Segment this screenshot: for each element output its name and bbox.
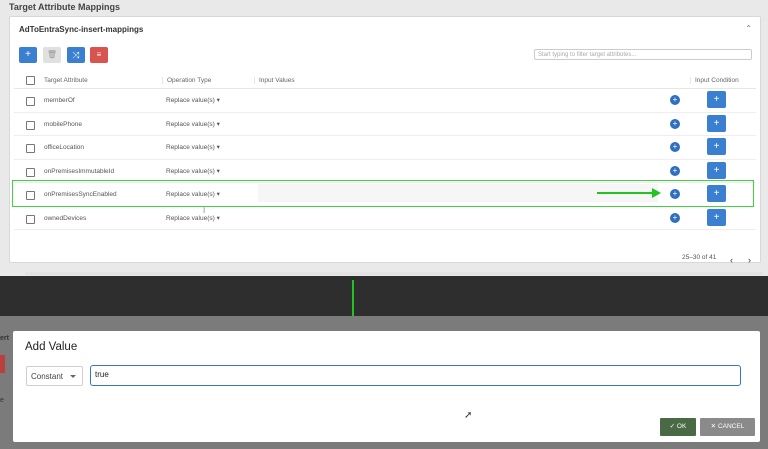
mappings-panel: Target Attribute Mappings AdToEntraSync-… bbox=[0, 0, 768, 276]
add-value-icon[interactable]: + bbox=[670, 118, 680, 129]
row-checkbox[interactable] bbox=[26, 214, 35, 224]
table-header: Target Attribute Operation Type Input Va… bbox=[14, 72, 756, 89]
background-text: e bbox=[0, 397, 4, 404]
section-title: Target Attribute Mappings bbox=[9, 2, 120, 12]
table-row: officeLocation Replace value(s) ▾ + + bbox=[14, 136, 756, 160]
add-value-icon[interactable]: + bbox=[670, 95, 680, 105]
operation-dropdown[interactable]: Replace value(s) ▾ bbox=[166, 96, 220, 104]
operation-dropdown[interactable]: Replace value(s) ▾ bbox=[166, 120, 220, 128]
row-checkbox[interactable] bbox=[26, 144, 35, 153]
annotation-arrow-line bbox=[352, 280, 354, 318]
caret-down-icon: ▾ bbox=[216, 214, 220, 222]
chevron-right-icon[interactable]: › bbox=[748, 255, 751, 265]
horizontal-scrollbar[interactable] bbox=[25, 272, 763, 275]
table-row: ownedDevices Replace value(s) ▾ + + bbox=[14, 207, 756, 230]
add-condition-button[interactable]: + bbox=[707, 138, 726, 155]
add-value-icon[interactable]: + bbox=[670, 165, 680, 176]
clear-filter-button[interactable]: ≡ bbox=[90, 47, 108, 63]
dialog-title: Add Value bbox=[25, 341, 78, 353]
operation-dropdown[interactable]: Replace value(s) ▾ bbox=[166, 143, 220, 151]
annotation-arrow-head bbox=[652, 188, 661, 198]
text-cursor-icon: I bbox=[203, 206, 206, 215]
add-condition-button[interactable]: + bbox=[707, 208, 726, 226]
value-type-label: Constant bbox=[31, 372, 64, 381]
header-target-attribute: Target Attribute bbox=[44, 77, 88, 84]
operation-dropdown[interactable]: Replace value(s) ▾ bbox=[166, 167, 220, 175]
row-checkbox[interactable] bbox=[26, 97, 35, 106]
add-condition-button[interactable]: + bbox=[707, 161, 726, 179]
pagination-range: 25–30 of 41 bbox=[682, 254, 717, 261]
shuffle-icon[interactable]: ⤨ bbox=[67, 47, 85, 63]
delete-mapping-button[interactable]: 🗑 bbox=[43, 47, 61, 63]
header-input-values: Input Values bbox=[254, 77, 295, 84]
row-checkbox[interactable] bbox=[26, 120, 35, 130]
add-value-icon[interactable]: + bbox=[670, 212, 680, 223]
add-condition-button[interactable]: + bbox=[707, 114, 726, 132]
operation-dropdown[interactable]: Replace value(s) ▾ bbox=[166, 214, 220, 222]
caret-down-icon: ▾ bbox=[216, 167, 220, 175]
card-title: AdToEntraSync-insert-mappings bbox=[19, 25, 144, 34]
header-input-condition: Input Condition bbox=[690, 77, 739, 84]
chevron-up-icon[interactable]: ⌃ bbox=[745, 24, 752, 33]
mapping-card: AdToEntraSync-insert-mappings ⌃ + 🗑 ⤨ ≡ … bbox=[9, 16, 763, 275]
background-button bbox=[0, 355, 5, 373]
mouse-pointer-icon: ➚ bbox=[464, 410, 473, 421]
add-mapping-button[interactable]: + bbox=[19, 47, 37, 63]
value-type-select[interactable]: Constant bbox=[26, 366, 83, 386]
row-attribute: onPremisesImmutableId bbox=[44, 167, 115, 175]
row-attribute: mobilePhone bbox=[44, 120, 82, 128]
caret-down-icon: ▾ bbox=[216, 120, 220, 128]
add-value-dialog: Add Value Constant true ➚ ✓ OK ✕ CANCEL bbox=[13, 331, 760, 442]
table-row: mobilePhone Replace value(s) ▾ + + bbox=[14, 113, 756, 136]
row-attribute: ownedDevices bbox=[44, 214, 87, 222]
select-all-checkbox[interactable] bbox=[26, 76, 35, 85]
separator-band bbox=[0, 276, 768, 316]
close-icon: ✕ bbox=[710, 423, 717, 430]
cancel-button[interactable]: ✕ CANCEL bbox=[700, 418, 755, 436]
row-attribute: memberOf bbox=[44, 97, 75, 104]
row-attribute: officeLocation bbox=[44, 144, 84, 151]
caret-down-icon: ▾ bbox=[216, 144, 220, 151]
header-operation-type: Operation Type bbox=[162, 77, 211, 84]
background-text: ert bbox=[0, 335, 9, 342]
check-icon: ✓ bbox=[669, 423, 676, 430]
row-checkbox[interactable] bbox=[26, 167, 35, 177]
annotation-arrow-line bbox=[597, 192, 654, 194]
add-value-icon[interactable]: + bbox=[670, 142, 680, 152]
caret-down-icon bbox=[70, 375, 76, 378]
filter-input[interactable]: Start typing to filter target attributes… bbox=[534, 49, 752, 60]
table-row: memberOf Replace value(s) ▾ + + bbox=[14, 89, 756, 113]
add-condition-button[interactable]: + bbox=[707, 91, 726, 108]
chevron-left-icon[interactable]: ‹ bbox=[730, 255, 733, 265]
ok-button[interactable]: ✓ OK bbox=[660, 418, 696, 436]
caret-down-icon: ▾ bbox=[216, 97, 220, 104]
value-input[interactable]: true bbox=[90, 365, 741, 386]
